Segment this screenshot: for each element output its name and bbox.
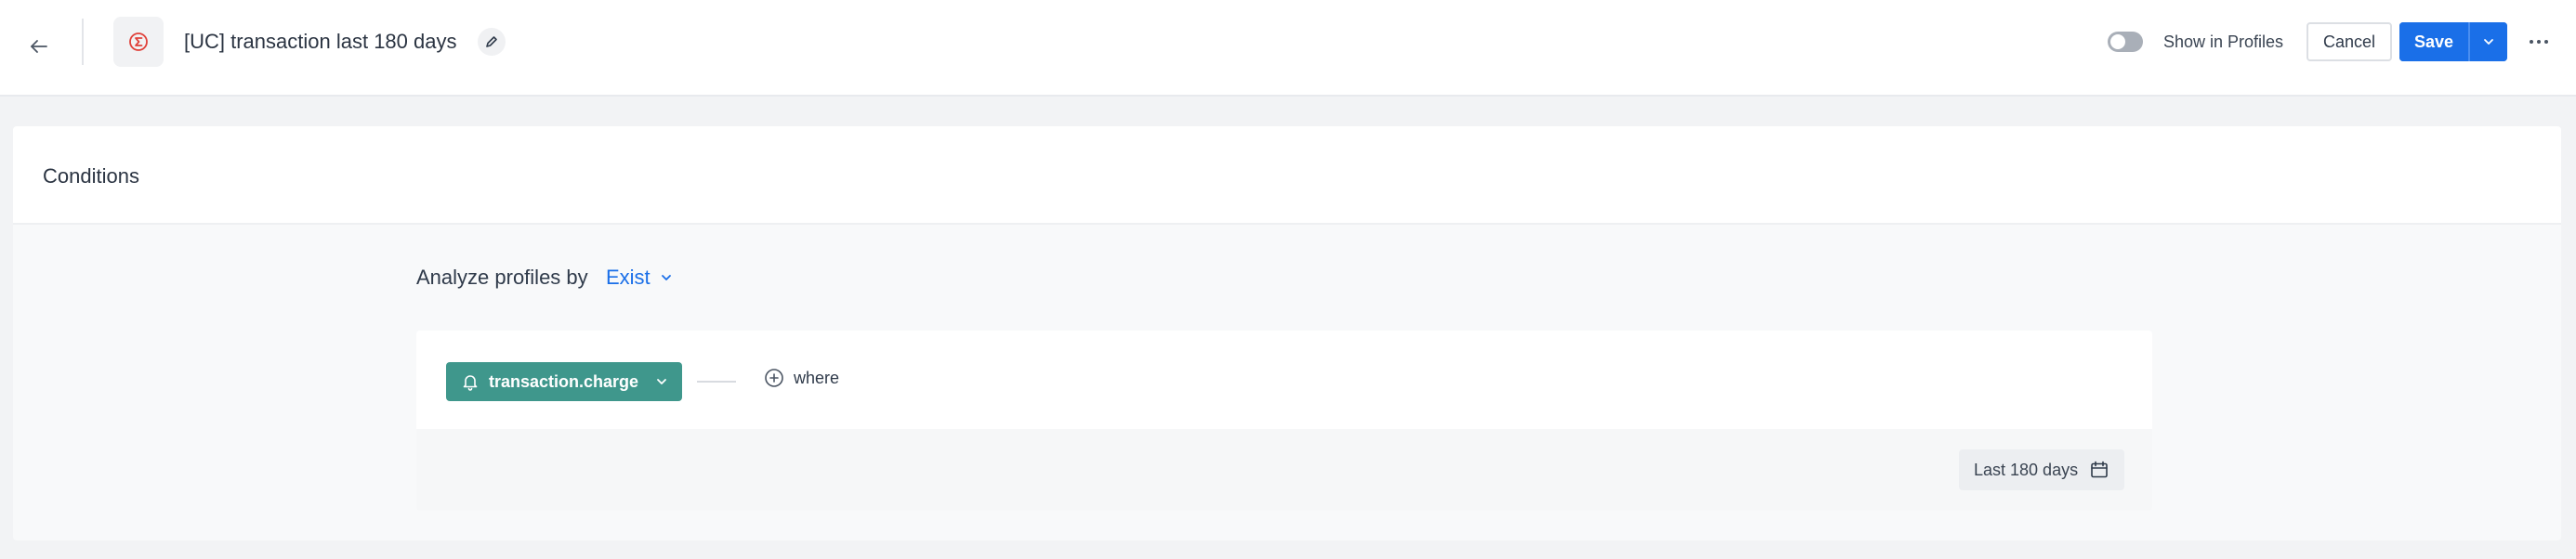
bell-icon bbox=[463, 375, 478, 391]
header-divider bbox=[82, 19, 84, 65]
save-button-group: Save bbox=[2399, 22, 2507, 61]
plus-circle-icon bbox=[765, 369, 783, 387]
chevron-down-icon bbox=[661, 275, 671, 280]
analyze-mode-value: Exist bbox=[606, 266, 651, 289]
event-rule-box: transaction.charge where Last 180 days bbox=[416, 331, 2152, 511]
save-button[interactable]: Save bbox=[2399, 22, 2468, 61]
chevron-down-icon bbox=[2484, 39, 2493, 45]
save-options-button[interactable] bbox=[2470, 22, 2507, 61]
back-button[interactable] bbox=[19, 26, 59, 67]
date-range-label: Last 180 days bbox=[1974, 460, 2079, 479]
calendar-icon bbox=[2091, 461, 2108, 478]
toggle-knob bbox=[2110, 34, 2125, 49]
top-bar: [UC] transaction last 180 days Show in P… bbox=[0, 0, 2576, 97]
add-where-button[interactable]: where bbox=[764, 368, 839, 388]
page-title: [UC] transaction last 180 days bbox=[184, 30, 457, 53]
arrow-left-icon bbox=[31, 40, 47, 53]
pencil-icon bbox=[486, 36, 497, 47]
chevron-down-icon bbox=[657, 379, 666, 384]
analyze-mode-dropdown[interactable]: Exist bbox=[606, 264, 673, 292]
event-selector[interactable]: transaction.charge bbox=[446, 362, 682, 401]
rule-footer bbox=[416, 429, 2152, 511]
rule-connector-line bbox=[697, 381, 736, 383]
date-range-button[interactable]: Last 180 days bbox=[1959, 449, 2124, 490]
edit-title-button[interactable] bbox=[478, 28, 506, 56]
sigma-icon bbox=[129, 32, 148, 51]
cancel-button[interactable]: Cancel bbox=[2307, 22, 2392, 61]
conditions-header: Conditions bbox=[13, 126, 2561, 225]
more-horizontal-icon bbox=[2530, 40, 2533, 44]
show-in-profiles-label: Show in Profiles bbox=[2163, 32, 2284, 51]
show-in-profiles-toggle[interactable] bbox=[2108, 32, 2143, 52]
where-label: where bbox=[794, 368, 840, 387]
conditions-title: Conditions bbox=[43, 164, 139, 188]
analyze-profiles-label: Analyze profiles by bbox=[416, 266, 588, 289]
more-options-button[interactable] bbox=[2520, 26, 2557, 58]
event-name: transaction.charge bbox=[489, 371, 639, 391]
segment-icon-box bbox=[113, 17, 164, 67]
